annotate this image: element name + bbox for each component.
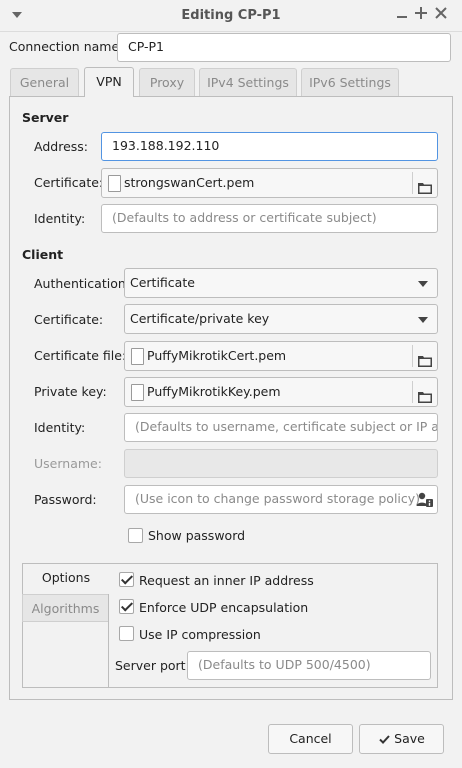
password-input[interactable]: (Use icon to change password storage pol… bbox=[124, 485, 438, 514]
active-tab-joiner bbox=[85, 95, 133, 97]
connection-name-label: Connection name bbox=[9, 39, 120, 54]
server-address-input[interactable]: 193.188.192.110 bbox=[101, 132, 438, 161]
server-identity-label: Identity: bbox=[34, 211, 86, 226]
server-certificate-label: Certificate: bbox=[34, 175, 104, 190]
folder-icon bbox=[418, 176, 432, 194]
certificate-file-chooser[interactable]: PuffyMikrotikCert.pem bbox=[124, 341, 438, 371]
password-label: Password: bbox=[34, 492, 97, 507]
show-password-label: Show password bbox=[148, 528, 246, 543]
client-certificate-value: Certificate/private key bbox=[130, 311, 270, 326]
server-port-input[interactable]: (Defaults to UDP 500/4500) bbox=[187, 651, 431, 680]
private-key-file-chooser[interactable]: PuffyMikrotikKey.pem bbox=[124, 377, 438, 407]
tab-proxy[interactable]: Proxy bbox=[139, 68, 195, 96]
show-password-checkbox[interactable] bbox=[128, 528, 143, 543]
username-label: Username: bbox=[34, 456, 102, 471]
client-section-title: Client bbox=[22, 247, 64, 262]
file-icon bbox=[108, 175, 121, 192]
server-section-title: Server bbox=[22, 110, 69, 125]
certificate-filename: PuffyMikrotikCert.pem bbox=[147, 348, 287, 363]
client-certificate-label: Certificate: bbox=[34, 312, 104, 327]
enforce-udp-checkbox[interactable] bbox=[119, 599, 134, 614]
side-tab-algorithms[interactable]: Algorithms bbox=[22, 594, 109, 622]
tab-general[interactable]: General bbox=[10, 68, 79, 96]
ip-compression-label: Use IP compression bbox=[139, 627, 261, 642]
server-identity-input[interactable]: (Defaults to address or certificate subj… bbox=[101, 204, 438, 233]
ip-compression-checkbox[interactable] bbox=[119, 626, 134, 641]
private-key-filename: PuffyMikrotikKey.pem bbox=[147, 384, 281, 399]
separator bbox=[412, 345, 413, 367]
server-address-label: Address: bbox=[34, 139, 88, 154]
server-port-label: Server port: bbox=[115, 658, 190, 673]
maximize-icon[interactable] bbox=[412, 6, 430, 24]
request-inner-ip-checkbox[interactable] bbox=[119, 572, 134, 587]
file-icon bbox=[131, 348, 144, 365]
separator bbox=[412, 172, 413, 194]
connection-name-input[interactable]: CP-P1 bbox=[117, 33, 451, 62]
authentication-label: Authentication: bbox=[34, 276, 130, 291]
authentication-value: Certificate bbox=[130, 275, 195, 290]
password-storage-user-icon[interactable] bbox=[416, 491, 434, 509]
tab-ipv6-settings[interactable]: IPv6 Settings bbox=[301, 68, 399, 96]
folder-icon bbox=[418, 349, 432, 367]
server-certificate-filename: strongswanCert.pem bbox=[124, 175, 255, 190]
dropdown-arrow-icon bbox=[418, 281, 428, 287]
certificate-file-label: Certificate file: bbox=[34, 348, 127, 363]
checkmark-icon bbox=[378, 726, 390, 754]
tab-vpn[interactable]: VPN bbox=[84, 67, 134, 97]
dropdown-arrow-icon bbox=[418, 317, 428, 323]
request-inner-ip-label: Request an inner IP address bbox=[139, 573, 314, 588]
save-button[interactable]: Save bbox=[359, 724, 444, 754]
separator bbox=[412, 381, 413, 403]
server-certificate-file-chooser[interactable]: strongswanCert.pem bbox=[101, 168, 438, 198]
client-identity-label: Identity: bbox=[34, 420, 86, 435]
private-key-label: Private key: bbox=[34, 384, 107, 399]
save-label: Save bbox=[394, 731, 425, 746]
tab-ipv4-settings[interactable]: IPv4 Settings bbox=[199, 68, 297, 96]
side-tab-divider bbox=[108, 594, 109, 688]
minimize-icon[interactable] bbox=[393, 6, 411, 24]
title-bar: Editing CP-P1 bbox=[0, 0, 462, 32]
side-tab-options[interactable]: Options bbox=[23, 564, 109, 594]
cancel-button[interactable]: Cancel bbox=[268, 724, 353, 754]
enforce-udp-label: Enforce UDP encapsulation bbox=[139, 600, 309, 615]
username-input[interactable] bbox=[124, 449, 438, 478]
client-identity-input[interactable]: (Defaults to username, certificate subje… bbox=[124, 413, 438, 442]
close-icon[interactable] bbox=[432, 6, 450, 24]
folder-icon bbox=[418, 385, 432, 403]
password-placeholder: (Use icon to change password storage pol… bbox=[135, 491, 421, 506]
authentication-dropdown[interactable]: Certificate bbox=[124, 268, 438, 298]
client-certificate-dropdown[interactable]: Certificate/private key bbox=[124, 304, 438, 334]
file-icon bbox=[131, 384, 144, 401]
